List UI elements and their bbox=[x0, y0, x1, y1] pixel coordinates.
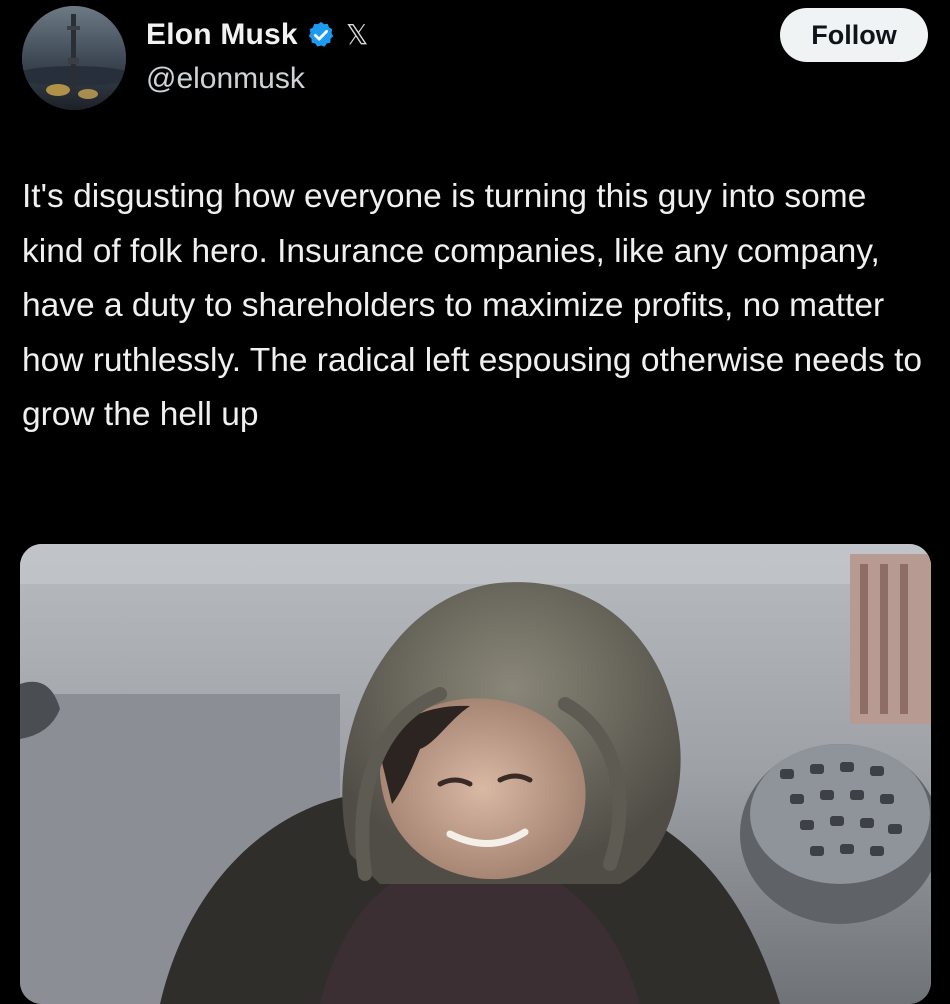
tweet-text: It's disgusting how everyone is turning … bbox=[22, 178, 923, 433]
tweet-card: Elon Musk 𝕏 @elonmusk Follow It's disgus… bbox=[0, 0, 950, 1004]
avatar[interactable] bbox=[22, 6, 126, 110]
photo-image bbox=[20, 544, 931, 1004]
follow-button[interactable]: Follow bbox=[780, 8, 928, 62]
author-display-name[interactable]: Elon Musk bbox=[146, 18, 298, 52]
author-handle[interactable]: @elonmusk bbox=[146, 62, 305, 96]
x-logo-icon: 𝕏 bbox=[345, 18, 369, 51]
avatar-image bbox=[22, 6, 126, 110]
tweet-media-photo[interactable] bbox=[20, 544, 931, 1004]
author-name-row: Elon Musk 𝕏 bbox=[146, 14, 368, 56]
verified-badge-icon[interactable] bbox=[306, 20, 336, 50]
